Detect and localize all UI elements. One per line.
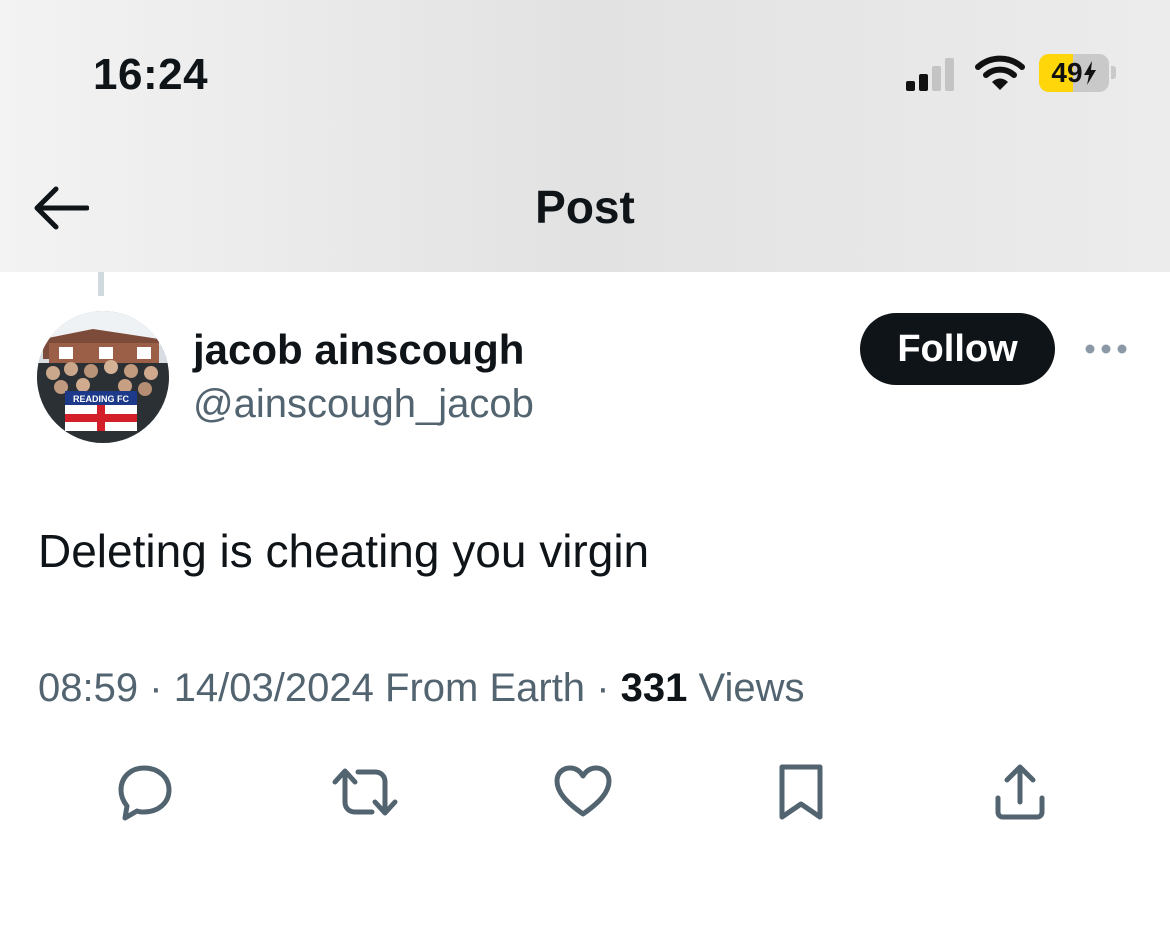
avatar[interactable]: READING FC: [37, 311, 169, 443]
meta-separator: ·: [596, 666, 610, 710]
post-date[interactable]: 14/03/2024: [174, 666, 374, 710]
top-bar: 16:24 49 Post: [0, 0, 1170, 272]
repost-icon[interactable]: [330, 762, 400, 822]
wifi-icon: [975, 55, 1025, 90]
more-horizontal-icon[interactable]: [1083, 339, 1129, 359]
avatar-banner-text: READING FC: [73, 394, 130, 404]
battery-icon: 49: [1039, 54, 1109, 92]
reply-icon[interactable]: [113, 762, 177, 822]
author-handle[interactable]: @ainscough_jacob: [193, 382, 534, 427]
post-text: Deleting is cheating you virgin: [38, 525, 650, 577]
battery-label: 49: [1039, 54, 1109, 92]
signal-icon: [906, 58, 954, 91]
battery-percent: 49: [1051, 57, 1083, 88]
post-metadata: 08:59 · 14/03/2024 From Earth · 331 View…: [38, 666, 805, 711]
author-display-name[interactable]: jacob ainscough: [193, 326, 524, 374]
charging-bolt-icon: [1083, 61, 1096, 85]
thread-connector-line: [98, 272, 104, 296]
avatar-photo: READING FC: [37, 311, 169, 443]
share-icon[interactable]: [991, 762, 1049, 822]
page-title: Post: [535, 181, 635, 233]
battery-nub: [1111, 66, 1116, 79]
post-location: From Earth: [385, 666, 586, 710]
post-time[interactable]: 08:59: [38, 666, 138, 710]
views-count[interactable]: 331: [621, 666, 688, 710]
status-time: 16:24: [93, 50, 209, 99]
bookmark-icon[interactable]: [775, 762, 827, 824]
follow-button[interactable]: Follow: [860, 313, 1055, 385]
like-icon[interactable]: [552, 762, 614, 822]
views-label[interactable]: Views: [699, 666, 805, 710]
meta-separator: ·: [149, 666, 163, 710]
